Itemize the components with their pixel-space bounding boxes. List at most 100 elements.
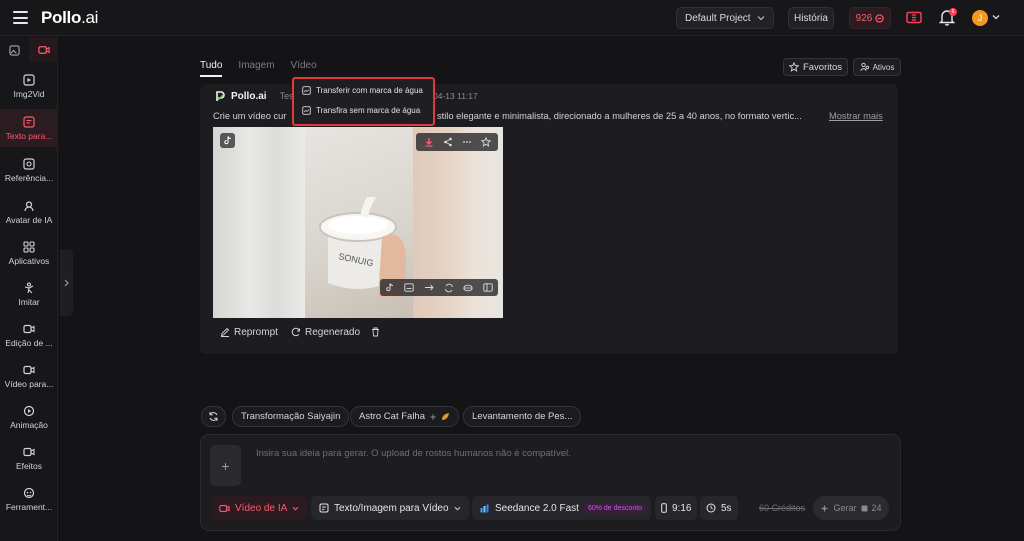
media-switch — [0, 38, 58, 62]
model-selector[interactable]: Seedance 2.0 Fast 60% de desconto — [472, 496, 652, 520]
project-selector[interactable]: Default Project — [676, 7, 774, 29]
mode-selector[interactable]: Vídeo de IA — [211, 496, 308, 520]
sidebar-item-img2vid[interactable]: Img2Vid — [0, 67, 58, 105]
image-icon — [9, 44, 20, 56]
suggestion-chip[interactable]: Transformação Saiyajin — [232, 406, 350, 427]
aspect-ratio-selector[interactable]: 9:16 — [655, 496, 698, 520]
more-icon[interactable] — [461, 136, 473, 148]
video-camera-icon — [37, 46, 50, 54]
download-without-watermark-label: Transfira sem marca de água — [316, 106, 421, 115]
sparkle-icon — [821, 504, 829, 512]
download-without-watermark-option[interactable]: Transfira sem marca de água — [302, 106, 420, 115]
dance-icon — [24, 281, 34, 293]
ticket-icon[interactable] — [906, 11, 922, 24]
star-icon[interactable] — [480, 136, 492, 148]
tab-all[interactable]: Tudo — [200, 60, 223, 77]
loop-icon[interactable] — [443, 282, 455, 294]
sidebar-item-ai-avatar[interactable]: Avatar de IA — [0, 193, 58, 231]
card-date: 04-13 11:17 — [433, 91, 478, 101]
tiktok-share-icon[interactable] — [384, 282, 396, 294]
subtitle-icon[interactable] — [403, 282, 415, 294]
text-image-icon — [319, 503, 329, 513]
lip-sync-icon[interactable] — [462, 282, 474, 294]
notification-badge: 6 — [949, 8, 957, 16]
chevron-down-icon — [757, 16, 765, 21]
seedance-icon — [480, 504, 489, 512]
mode-label: Vídeo de IA — [235, 502, 288, 514]
generation-type-selector[interactable]: Texto/Imagem para Vídeo — [311, 496, 469, 520]
sidebar-item-effects[interactable]: Efeitos — [0, 439, 58, 477]
duration-selector[interactable]: 5s — [700, 496, 738, 520]
sidebar-item-label: Efeitos — [16, 460, 42, 471]
reprompt-button[interactable]: Reprompt — [220, 324, 278, 340]
sidebar-item-label: Img2Vid — [13, 88, 45, 99]
sidebar-expand-toggle[interactable] — [60, 249, 73, 316]
video-frame-left — [213, 127, 305, 318]
refresh-icon — [209, 412, 218, 421]
share-icon[interactable] — [442, 136, 454, 148]
text-to-video-icon — [23, 115, 35, 128]
extend-icon[interactable] — [423, 282, 435, 294]
refresh-suggestions-button[interactable] — [201, 406, 226, 427]
coin-icon — [875, 13, 885, 23]
upload-image-button[interactable]: + — [210, 445, 241, 486]
animation-icon — [23, 405, 35, 416]
prompt-input[interactable]: Insira sua ideia para gerar. O upload de… — [256, 448, 571, 459]
tab-video[interactable]: Vídeo — [291, 60, 317, 77]
credits-value: 926 — [855, 12, 873, 24]
avatar[interactable]: J — [972, 10, 988, 26]
video-edit-icon — [23, 324, 35, 333]
chevron-down-icon — [292, 506, 299, 511]
watermark-icon — [302, 86, 311, 95]
chevron-down-icon — [454, 506, 460, 511]
download-icon[interactable] — [423, 136, 435, 148]
assets-button[interactable]: Ativos — [853, 58, 901, 76]
effects-icon — [23, 447, 35, 456]
assets-icon — [859, 62, 869, 72]
video-toolbar-top — [416, 133, 498, 151]
download-menu: Transferir com marca de água Transfira s… — [292, 77, 435, 126]
sidebar-item-video-to-video[interactable]: Vídeo para... — [0, 357, 58, 395]
logo[interactable]: Pollo.ai — [41, 8, 98, 28]
suggestion-chip[interactable]: Astro Cat Falha — [350, 406, 459, 427]
history-button[interactable]: História — [788, 7, 834, 29]
regenerate-button[interactable]: Regenerado — [291, 324, 360, 340]
video-to-video-icon — [23, 365, 35, 374]
suggestion-chip[interactable]: Levantamento de Pes... — [463, 406, 582, 427]
sidebar-item-tools[interactable]: Ferrament... — [0, 480, 58, 518]
top-bar: Pollo.ai Default Project História 926 6 … — [0, 0, 1024, 36]
favorites-button[interactable]: Favoritos — [783, 58, 848, 76]
credits-button[interactable]: 926 — [849, 7, 891, 29]
suggestion-label: Levantamento de Pes... — [472, 411, 573, 422]
refresh-icon — [291, 327, 300, 337]
delete-button[interactable] — [371, 324, 380, 340]
sidebar-item-video-edit[interactable]: Edição de ... — [0, 316, 58, 354]
sidebar-item-reference[interactable]: Referência... — [0, 151, 58, 189]
menu-icon[interactable] — [13, 11, 28, 24]
tiktok-icon — [220, 133, 235, 148]
portrait-ratio-icon — [661, 503, 667, 513]
video-mode-toggle[interactable] — [29, 38, 58, 62]
trash-icon — [372, 327, 379, 337]
sidebar-item-label: Ferrament... — [5, 501, 53, 512]
assets-label: Ativos — [872, 62, 895, 72]
card-header: Pollo.ai Tes — [214, 90, 294, 102]
download-with-watermark-option[interactable]: Transferir com marca de água — [302, 86, 423, 95]
tab-image[interactable]: Imagem — [238, 60, 274, 77]
pencil-icon — [220, 327, 230, 337]
generate-button[interactable]: Gerar 24 — [813, 496, 889, 520]
show-more-link[interactable]: Mostrar mais — [829, 111, 883, 121]
sidebar-item-imitate[interactable]: Imitar — [0, 275, 58, 313]
panel-icon[interactable] — [482, 282, 494, 294]
prompt-text-end: stilo elegante e minimalista, direcionad… — [437, 111, 802, 121]
sidebar-item-apps[interactable]: Aplicativos — [0, 234, 58, 272]
sidebar-item-animation[interactable]: Animação — [0, 398, 58, 436]
project-label: Default Project — [685, 12, 751, 24]
sidebar-item-text-to-video[interactable]: Texto para... — [0, 109, 58, 147]
clock-icon — [706, 503, 716, 513]
sidebar-item-label: Animação — [10, 419, 48, 430]
filter-tabs: Tudo Imagem Vídeo — [200, 60, 333, 77]
sidebar-item-label: Aplicativos — [8, 255, 50, 266]
chevron-down-icon[interactable] — [992, 14, 1000, 20]
image-mode-toggle[interactable] — [0, 38, 29, 62]
